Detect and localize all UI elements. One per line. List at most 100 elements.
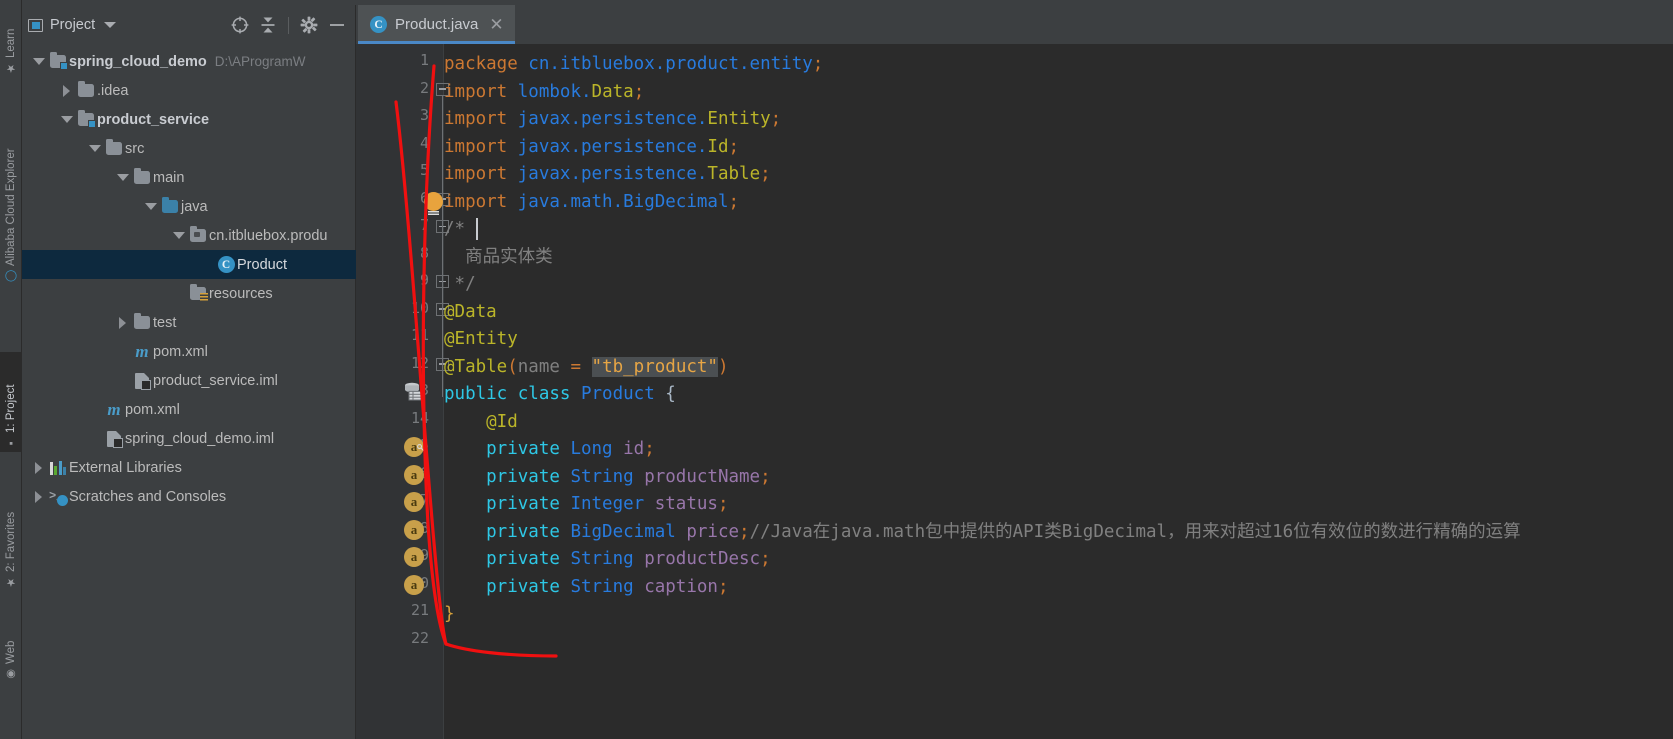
- line-number: 12: [410, 353, 429, 372]
- tree-node[interactable]: >_ Scratches and Consoles: [22, 482, 356, 511]
- code-line[interactable]: import javax.persistence.Id;: [444, 134, 739, 162]
- code-line[interactable]: import javax.persistence.Table;: [444, 161, 771, 189]
- code-line[interactable]: private Long id;: [444, 436, 655, 464]
- tree-node-selected[interactable]: C Product: [22, 250, 356, 279]
- chevron-down-icon[interactable]: [104, 22, 117, 28]
- code-token: //Java在java.math包中提供的API类BigDecimal，用来对超…: [749, 521, 1521, 542]
- code-line[interactable]: private String caption;: [444, 574, 728, 602]
- tree-node[interactable]: main: [22, 163, 356, 192]
- chevron-right-icon[interactable]: [114, 308, 131, 337]
- code-token: ): [717, 356, 729, 377]
- folder-icon: [134, 167, 150, 184]
- rail-item-favorites[interactable]: ★ 2: Favorites: [0, 472, 22, 592]
- code-line[interactable]: @Table(name = "tb_product"): [444, 354, 729, 382]
- code-line[interactable]: @Entity: [444, 326, 518, 354]
- tree-node[interactable]: src: [22, 134, 356, 163]
- rail-item-alibaba-cloud-explorer[interactable]: ◯ Alibaba Cloud Explorer: [0, 86, 22, 286]
- fold-rail[interactable]: [435, 44, 449, 739]
- database-table-icon[interactable]: [403, 382, 423, 401]
- code-token: Product: [580, 384, 655, 404]
- line-number: 3: [419, 106, 429, 124]
- chevron-down-icon[interactable]: [58, 105, 75, 134]
- locate-icon[interactable]: [227, 12, 253, 38]
- fold-connector-line: [442, 94, 443, 397]
- code-token: ;: [717, 494, 729, 514]
- code-token: import: [444, 81, 518, 102]
- chevron-right-icon[interactable]: [30, 453, 47, 482]
- code-token: ;: [728, 136, 740, 157]
- tree-node[interactable]: product_service.iml: [22, 366, 356, 395]
- project-tree[interactable]: spring_cloud_demo D:\AProgramW .idea produc…: [22, 45, 356, 735]
- code-line[interactable]: public class Product {: [444, 381, 676, 409]
- code-line[interactable]: */: [444, 271, 476, 299]
- tree-node-label: pom.xml: [125, 401, 180, 418]
- tree-node[interactable]: m pom.xml: [22, 337, 356, 366]
- code-line[interactable]: @Id: [444, 409, 518, 437]
- code-token: BigDecimal: [623, 191, 729, 212]
- close-icon[interactable]: ✕: [489, 16, 503, 33]
- hide-icon[interactable]: [324, 12, 350, 38]
- tree-node[interactable]: resources: [22, 279, 356, 308]
- chevron-down-icon[interactable]: [170, 221, 187, 250]
- cloud-explorer-icon: ◯: [5, 270, 18, 283]
- tab-product-java[interactable]: C Product.java ✕: [358, 5, 515, 44]
- editor-gutter[interactable]: 12345678910111213141516171819202122aaaaa…: [356, 44, 435, 739]
- web-globe-icon: ◉: [5, 668, 18, 681]
- code-line[interactable]: import java.math.BigDecimal;: [444, 189, 739, 217]
- code-line[interactable]: /*: [444, 216, 465, 244]
- chevron-right-icon[interactable]: [30, 482, 47, 511]
- code-token: 商品实体类: [444, 246, 553, 267]
- line-number: 7: [419, 216, 429, 234]
- code-line[interactable]: [444, 629, 455, 657]
- rail-item-learn[interactable]: ★ Learn: [0, 4, 22, 78]
- gear-icon[interactable]: [296, 12, 322, 38]
- chevron-right-icon[interactable]: [58, 76, 75, 105]
- code-line[interactable]: private Integer status;: [444, 491, 729, 519]
- project-view-selector[interactable]: Project: [28, 17, 117, 33]
- lombok-accessor-icon[interactable]: a: [404, 492, 424, 512]
- tree-node[interactable]: test: [22, 308, 356, 337]
- chevron-down-icon[interactable]: [114, 163, 131, 192]
- code-content[interactable]: package cn.itbluebox.product.entity; impo…: [424, 44, 1673, 739]
- code-line[interactable]: private BigDecimal price;//Java在java.mat…: [444, 519, 1521, 547]
- rail-item-project[interactable]: ▪ 1: Project: [0, 352, 22, 452]
- code-line[interactable]: import lombok.Data;: [444, 79, 644, 107]
- code-line[interactable]: 商品实体类: [444, 244, 553, 272]
- tree-node-path: D:\AProgramW: [214, 54, 306, 69]
- tree-node[interactable]: spring_cloud_demo D:\AProgramW: [22, 47, 356, 76]
- code-line[interactable]: import javax.persistence.Entity;: [444, 106, 781, 134]
- tree-node[interactable]: java: [22, 192, 356, 221]
- lombok-accessor-icon[interactable]: a: [404, 464, 424, 485]
- lombok-accessor-icon[interactable]: a: [404, 574, 424, 595]
- code-line[interactable]: }: [444, 601, 455, 629]
- code-token: ;: [760, 466, 771, 487]
- code-line[interactable]: package cn.itbluebox.product.entity;: [444, 51, 823, 79]
- lightbulb-icon[interactable]: [424, 191, 443, 216]
- tree-node[interactable]: .idea: [22, 76, 356, 105]
- tree-node[interactable]: m pom.xml: [22, 395, 356, 424]
- code-token: ;: [760, 549, 771, 569]
- rail-item-label: 2: Favorites: [5, 511, 17, 572]
- chevron-down-icon[interactable]: [86, 134, 103, 163]
- chevron-down-icon[interactable]: [142, 192, 159, 221]
- tree-node[interactable]: product_service: [22, 105, 356, 134]
- code-token: private: [444, 439, 571, 459]
- lombok-accessor-icon[interactable]: a: [404, 547, 424, 567]
- code-line[interactable]: @Data: [444, 299, 497, 327]
- tree-node[interactable]: cn.itbluebox.produ: [22, 221, 356, 250]
- collapse-all-icon[interactable]: [255, 12, 281, 38]
- tree-node[interactable]: spring_cloud_demo.iml: [22, 424, 356, 453]
- chevron-down-icon[interactable]: [30, 47, 47, 76]
- rail-item-web[interactable]: ◉ Web: [0, 620, 22, 684]
- code-token: Table: [707, 164, 761, 184]
- lombok-accessor-icon[interactable]: a: [404, 519, 424, 540]
- code-line[interactable]: private String productDesc;: [444, 546, 771, 574]
- tree-node[interactable]: External Libraries: [22, 453, 356, 482]
- code-token: lombok.: [517, 81, 592, 102]
- lombok-accessor-icon[interactable]: a: [404, 437, 426, 457]
- tree-node-label: spring_cloud_demo.iml: [125, 430, 275, 447]
- code-line[interactable]: private String productName;: [444, 464, 771, 492]
- code-editor[interactable]: 12345678910111213141516171819202122aaaaa…: [356, 44, 1673, 739]
